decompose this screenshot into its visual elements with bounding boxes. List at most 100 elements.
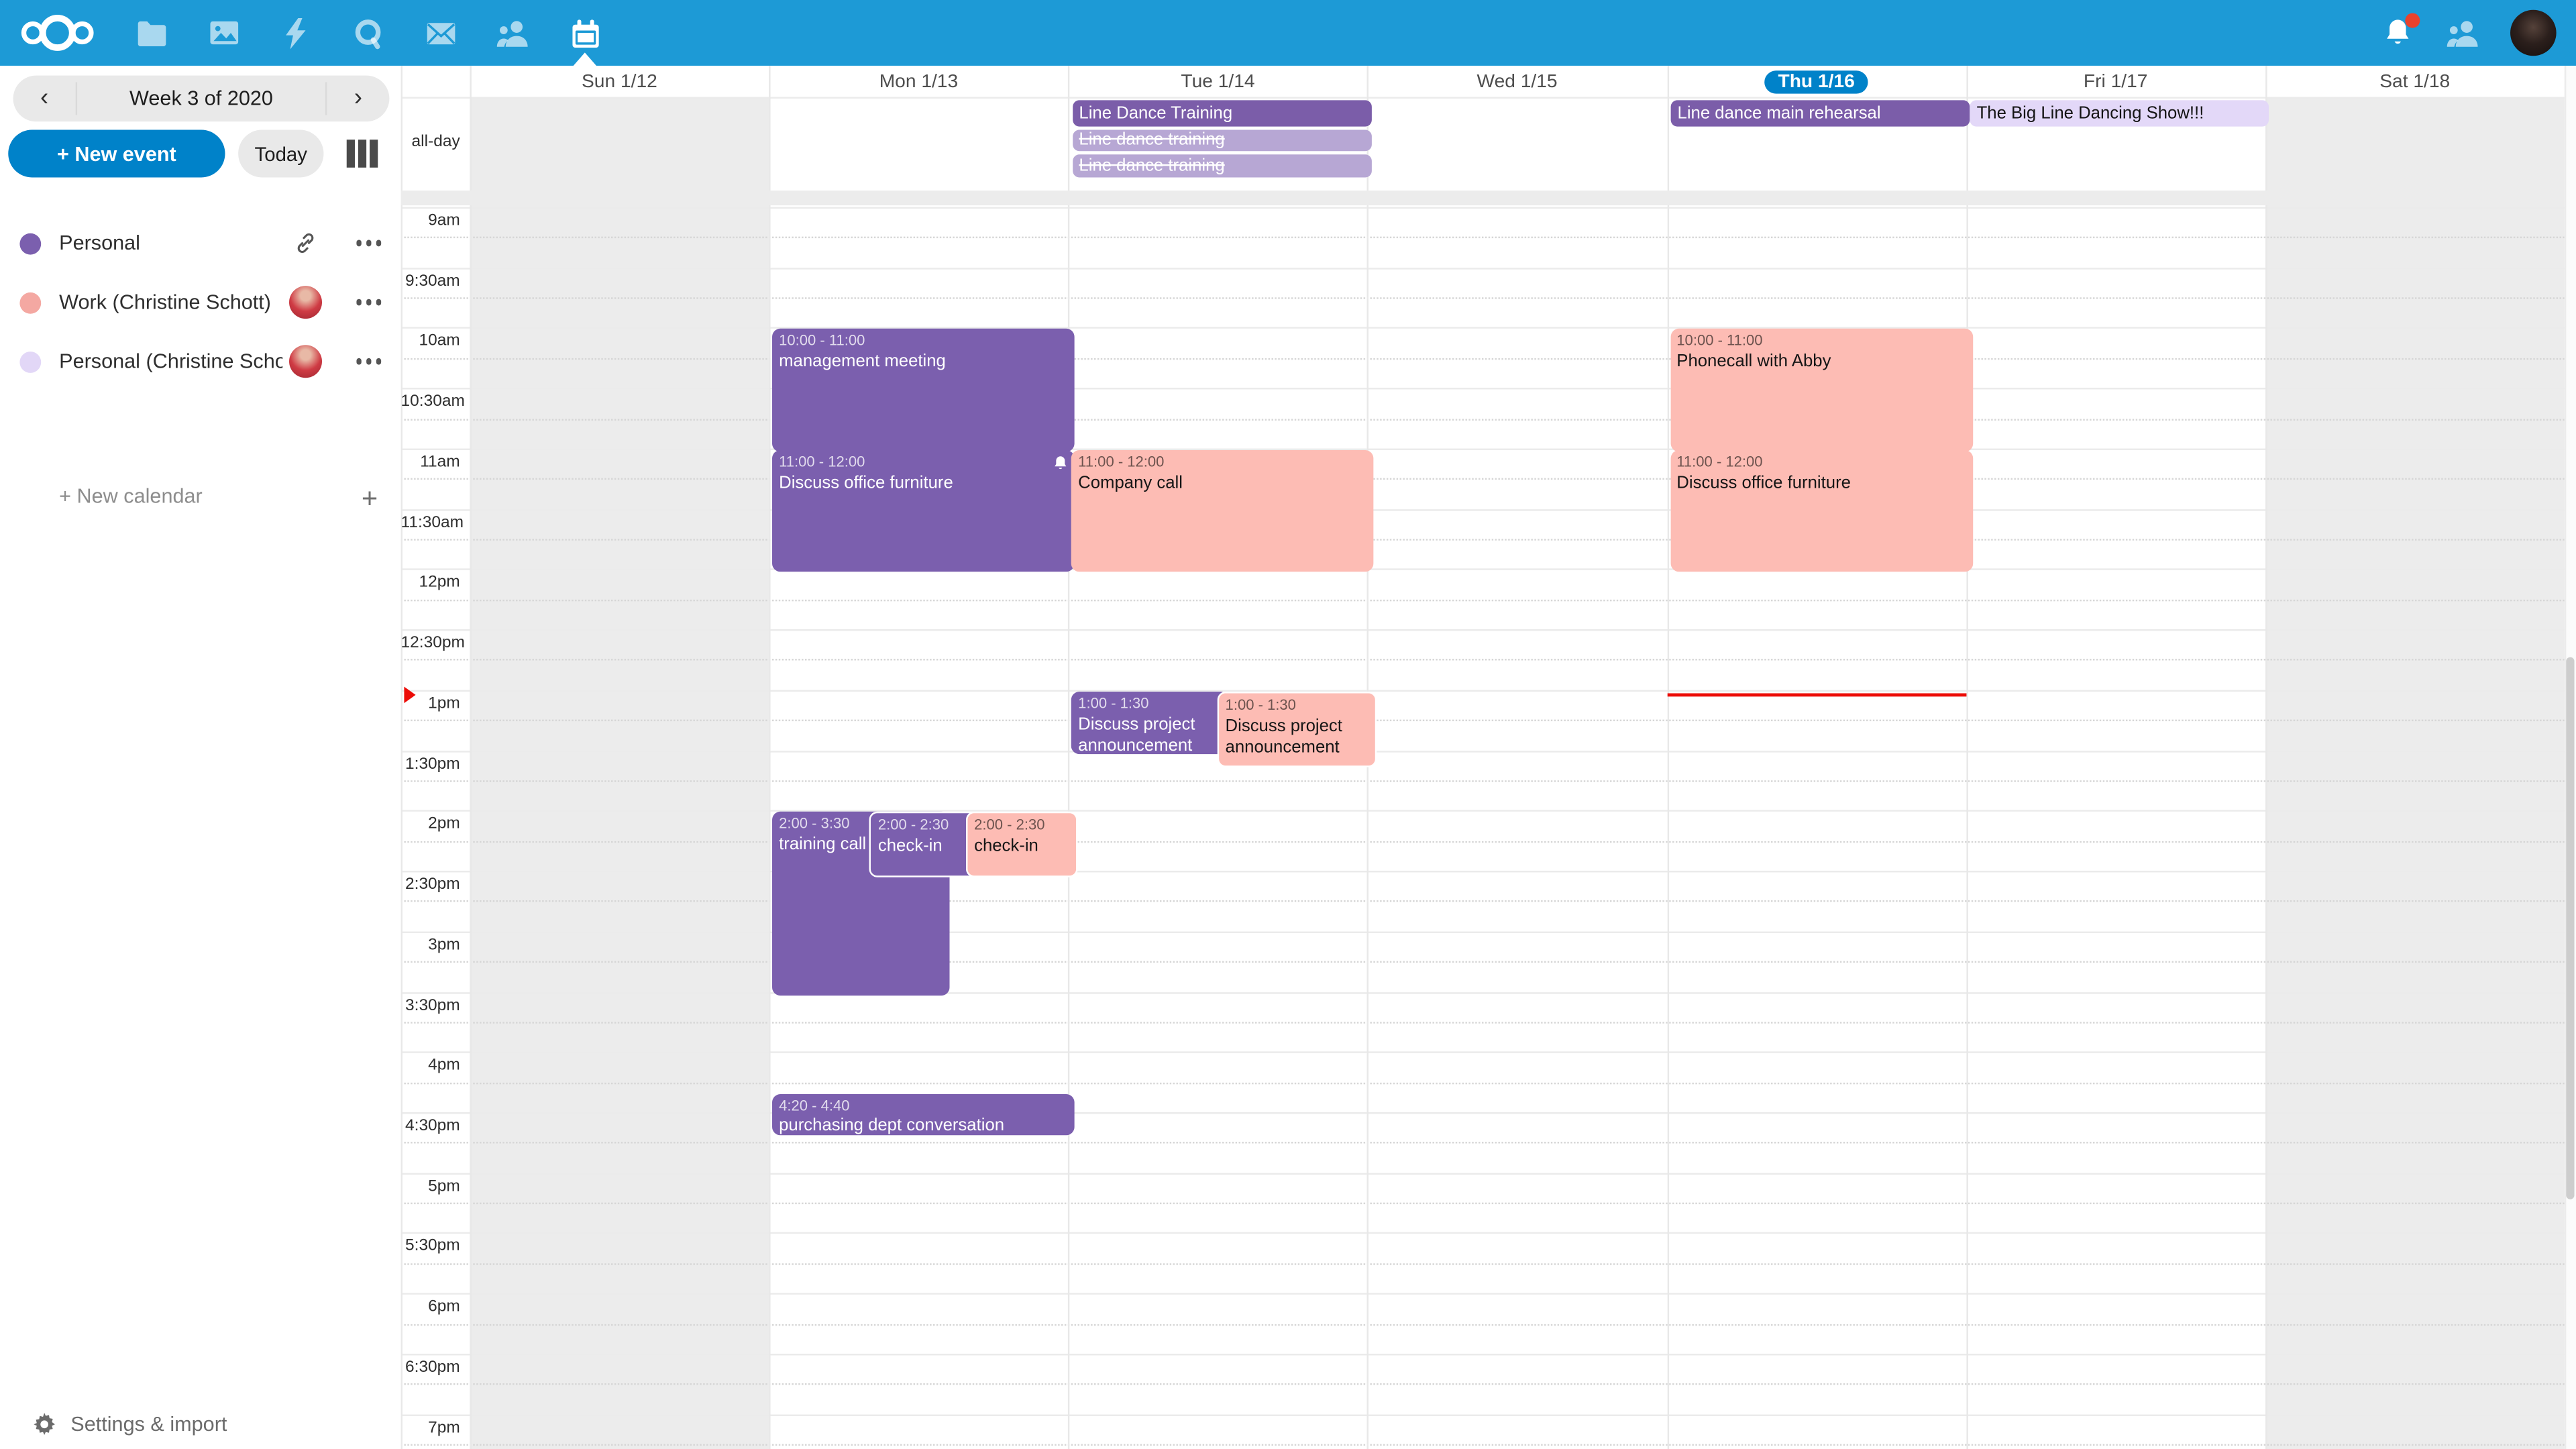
- week-navigation: ‹ Week 3 of 2020 ›: [13, 76, 390, 122]
- time-label: 7pm: [401, 1419, 460, 1437]
- column-separator: [470, 66, 471, 1449]
- weekend-column-shade: [470, 97, 769, 1449]
- day-header-mon[interactable]: Mon 1/13: [769, 66, 1068, 97]
- event-check-in[interactable]: 2:00 - 2:30check-in: [966, 812, 1078, 877]
- column-separator: [1068, 66, 1069, 1449]
- time-label: 3pm: [401, 936, 460, 954]
- slot-line: [401, 569, 2565, 570]
- event-discuss-project-announcement[interactable]: 1:00 - 1:30Discuss project announcement: [1071, 692, 1228, 753]
- event-management-meeting[interactable]: 10:00 - 11:00management meeting: [772, 329, 1075, 451]
- event-discuss-office-furniture[interactable]: 11:00 - 12:00Discuss office furniture: [772, 450, 1075, 572]
- calendar-color-dot: [19, 233, 41, 254]
- calendar-actions-menu[interactable]: [356, 274, 381, 330]
- mail-icon[interactable]: [404, 0, 476, 66]
- activity-icon[interactable]: [260, 0, 332, 66]
- add-calendar-plus-icon[interactable]: +: [362, 483, 378, 516]
- calendar-list-item[interactable]: Personal (Christine Scho…: [0, 333, 401, 389]
- column-separator: [769, 66, 770, 1449]
- settings-import-label: Settings & import: [70, 1413, 227, 1436]
- quarter-hour-dotted-line: [401, 659, 2565, 661]
- quarter-hour-dotted-line: [401, 780, 2565, 782]
- current-time-line: [1667, 694, 1966, 697]
- day-header-tue[interactable]: Tue 1/14: [1068, 66, 1367, 97]
- day-header-fri[interactable]: Fri 1/17: [1966, 66, 2265, 97]
- event-check-in[interactable]: 2:00 - 2:30check-in: [870, 812, 981, 877]
- event-time: 11:00 - 12:00: [1078, 453, 1367, 473]
- contacts-menu-icon[interactable]: [2426, 0, 2499, 66]
- quarter-hour-dotted-line: [401, 1263, 2565, 1265]
- slot-line: [401, 931, 2565, 932]
- quarter-hour-dotted-line: [401, 418, 2565, 419]
- new-calendar-label[interactable]: + New calendar: [59, 484, 203, 507]
- time-label: 10am: [401, 333, 460, 351]
- header-divider-line: [401, 97, 2565, 98]
- event-title: Company call: [1078, 472, 1367, 494]
- event-company-call[interactable]: 11:00 - 12:00Company call: [1071, 450, 1374, 572]
- slot-line: [401, 690, 2565, 691]
- quarter-hour-dotted-line: [401, 841, 2565, 842]
- event-time: 11:00 - 12:00: [1676, 453, 1966, 473]
- week-label[interactable]: Week 3 of 2020: [76, 87, 327, 110]
- new-calendar-row[interactable]: + New calendar +: [0, 473, 401, 522]
- time-label: 4:30pm: [401, 1117, 460, 1135]
- event-time: 4:20 - 4:40: [779, 1097, 1068, 1116]
- slot-line: [401, 267, 2565, 268]
- notifications-bell-icon[interactable]: [2361, 0, 2433, 66]
- slot-line: [401, 1233, 2565, 1234]
- slot-line: [401, 1173, 2565, 1174]
- calendar-name: Personal: [59, 231, 140, 254]
- time-label: 3:30pm: [401, 996, 460, 1014]
- allday-label: all-day: [401, 132, 460, 150]
- event-purchasing-dept-conversation[interactable]: 4:20 - 4:40purchasing dept conversation: [772, 1093, 1075, 1135]
- user-avatar[interactable]: [2510, 10, 2557, 56]
- event-phonecall-with-abby[interactable]: 10:00 - 11:00Phonecall with Abby: [1670, 329, 1973, 451]
- calendar-list-item[interactable]: Work (Christine Schott): [0, 274, 401, 330]
- allday-event[interactable]: Line Dance Training: [1073, 100, 1372, 126]
- photos-icon[interactable]: [187, 0, 260, 66]
- calendar-list-item[interactable]: Personal: [0, 215, 401, 271]
- day-header-thu[interactable]: Thu 1/16: [1667, 66, 1966, 97]
- settings-import-button[interactable]: Settings & import: [0, 1400, 401, 1449]
- time-label: 11am: [401, 453, 460, 472]
- today-button[interactable]: Today: [238, 129, 323, 177]
- next-week-button[interactable]: ›: [327, 76, 389, 122]
- event-discuss-office-furniture[interactable]: 11:00 - 12:00Discuss office furniture: [1670, 450, 1973, 572]
- allday-event[interactable]: Line dance training: [1073, 154, 1372, 176]
- previous-week-button[interactable]: ‹: [13, 76, 76, 122]
- quarter-hour-dotted-line: [401, 599, 2565, 600]
- calendar-actions-menu[interactable]: [356, 333, 381, 389]
- day-header-sat[interactable]: Sat 1/18: [2265, 66, 2565, 97]
- view-toggle-icon[interactable]: [347, 140, 380, 168]
- allday-grid-divider: [401, 191, 2565, 205]
- allday-event[interactable]: The Big Line Dancing Show!!!: [1970, 100, 2269, 126]
- quarter-hour-dotted-line: [401, 720, 2565, 721]
- slot-line: [401, 750, 2565, 751]
- allday-event[interactable]: Line dance training: [1073, 129, 1372, 151]
- event-time: 2:00 - 2:30: [974, 817, 1070, 837]
- calendar-color-dot: [19, 351, 41, 372]
- calendar-actions-menu[interactable]: [356, 215, 381, 271]
- new-event-button[interactable]: + New event: [8, 129, 225, 177]
- event-title: Discuss project announcement: [1226, 716, 1369, 761]
- talk-icon[interactable]: [332, 0, 405, 66]
- allday-event[interactable]: Line dance main rehearsal: [1671, 100, 1970, 126]
- quarter-hour-dotted-line: [401, 237, 2565, 239]
- slot-line: [401, 991, 2565, 993]
- column-separator: [1667, 66, 1668, 1449]
- files-icon[interactable]: [115, 0, 187, 66]
- share-link-icon[interactable]: [289, 227, 322, 260]
- reminder-bell-icon: [1053, 455, 1068, 471]
- event-title: Discuss project announcement: [1078, 714, 1222, 753]
- day-header-sun[interactable]: Sun 1/12: [470, 66, 769, 97]
- nextcloud-logo-icon[interactable]: [19, 0, 95, 66]
- vertical-scrollbar-handle[interactable]: [2566, 657, 2574, 1199]
- time-label: 12pm: [401, 574, 460, 592]
- contacts-icon[interactable]: [476, 0, 549, 66]
- quarter-hour-dotted-line: [401, 1203, 2565, 1204]
- event-title: check-in: [878, 837, 973, 859]
- slot-line: [401, 810, 2565, 812]
- time-label: 5pm: [401, 1177, 460, 1195]
- quarter-hour-dotted-line: [401, 901, 2565, 902]
- day-header-wed[interactable]: Wed 1/15: [1368, 66, 1667, 97]
- event-discuss-project-announcement[interactable]: 1:00 - 1:30Discuss project announcement: [1217, 692, 1377, 767]
